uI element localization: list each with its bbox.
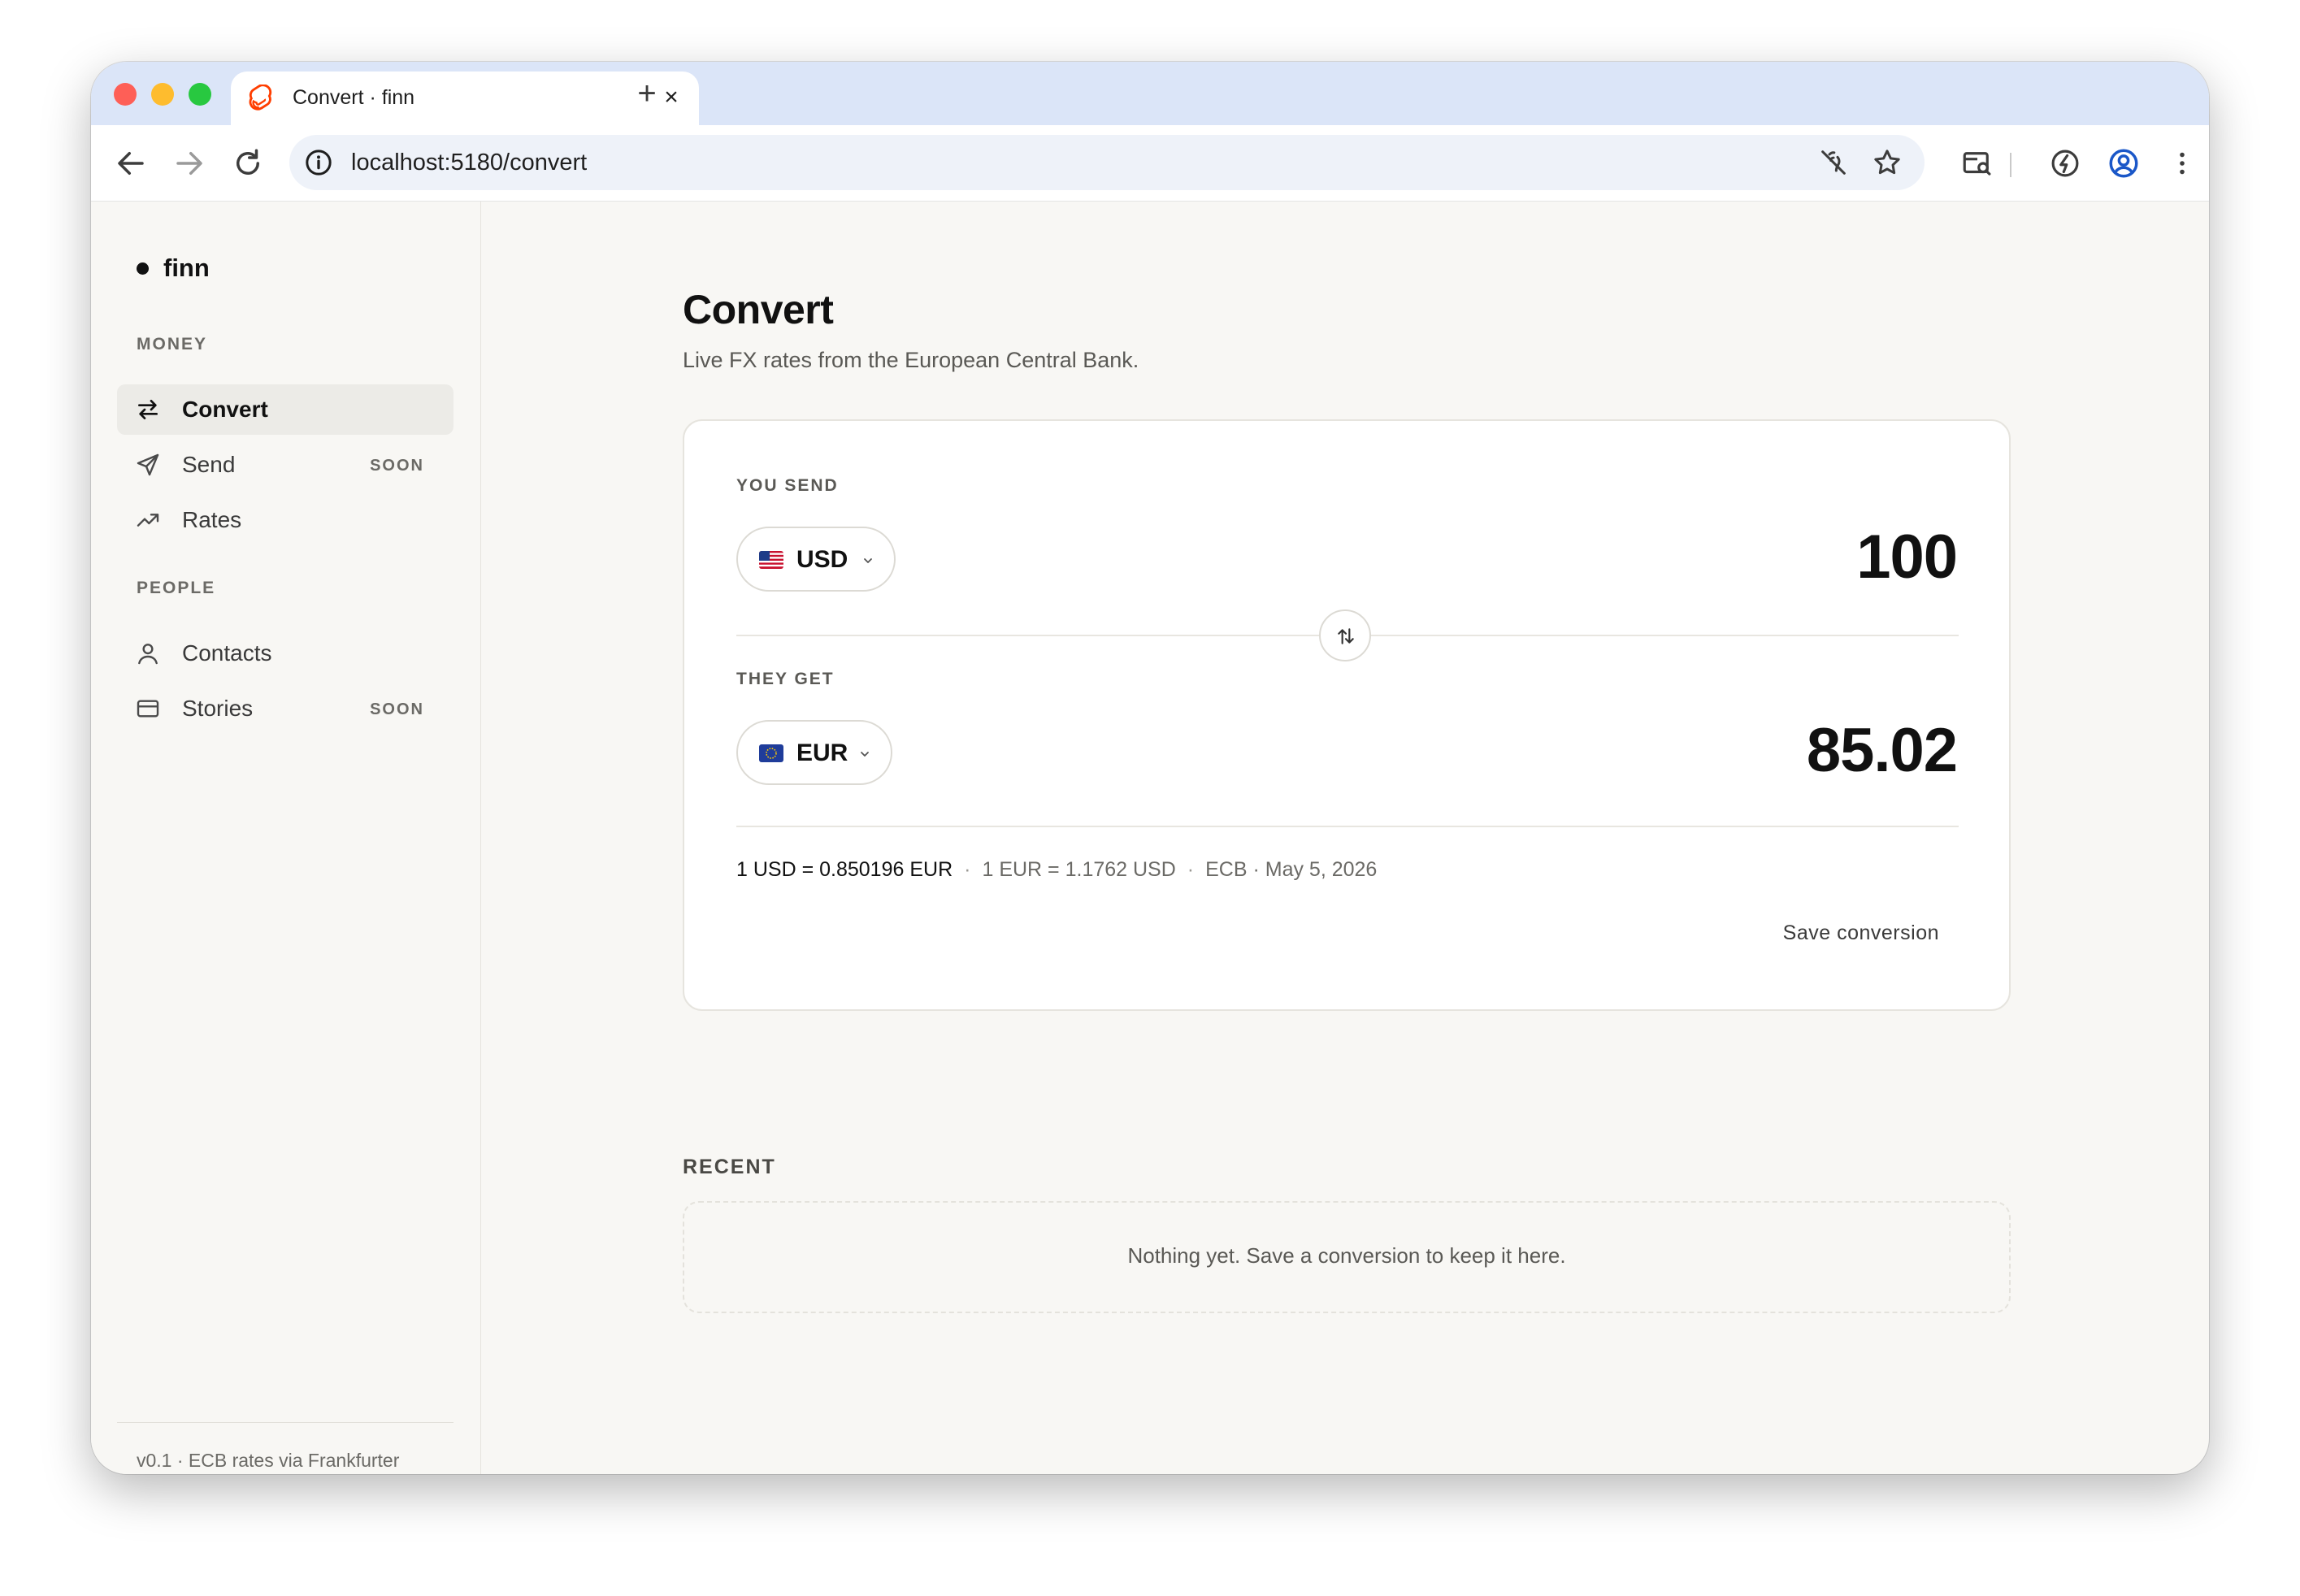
section-label-people: PEOPLE xyxy=(137,579,216,597)
main-content: Convert Live FX rates from the European … xyxy=(481,202,2209,1474)
get-amount-value: 85.02 xyxy=(1806,716,1958,785)
recent-empty-text: Nothing yet. Save a conversion to keep i… xyxy=(1127,1243,1566,1268)
rate-separator: · xyxy=(964,858,971,881)
sidebar-item-send[interactable]: Send SOON xyxy=(117,440,453,490)
sidebar-divider xyxy=(117,1422,453,1423)
rate-info: 1 USD = 0.850196 EUR · 1 EUR = 1.1762 USD ·… xyxy=(736,858,1377,882)
sidebar-item-convert[interactable]: Convert xyxy=(117,384,453,435)
sidebar-footer: v0.1 · ECB rates via Frankfurter xyxy=(137,1450,400,1471)
maximize-window-button[interactable] xyxy=(189,83,211,106)
soon-badge: SOON xyxy=(370,700,424,718)
swap-currencies-button[interactable] xyxy=(1319,609,1371,661)
eu-flag-icon xyxy=(759,744,783,762)
get-currency-select[interactable]: EUR xyxy=(736,720,892,785)
more-menu-icon[interactable] xyxy=(2165,146,2199,180)
section-label-money: MONEY xyxy=(137,335,208,353)
site-info-icon[interactable] xyxy=(302,146,335,179)
sidebar-item-rates[interactable]: Rates xyxy=(117,495,453,545)
trending-up-icon xyxy=(135,507,161,533)
us-flag-icon xyxy=(759,551,783,569)
reload-icon[interactable] xyxy=(231,146,265,180)
chevron-down-icon xyxy=(857,746,873,762)
rate-inverse: 1 EUR = 1.1762 USD xyxy=(982,858,1176,881)
they-get-label: THEY GET xyxy=(736,670,835,688)
bookmark-star-icon[interactable] xyxy=(1871,146,1903,179)
extension-icon[interactable] xyxy=(2048,146,2082,180)
url-text: localhost:5180/convert xyxy=(351,150,588,176)
browser-toolbar: localhost:5180/convert xyxy=(91,125,2209,202)
minimize-window-button[interactable] xyxy=(151,83,174,106)
tab-title: Convert · finn xyxy=(293,86,415,109)
toolbar-separator xyxy=(2010,153,2011,177)
chevron-down-icon xyxy=(860,553,876,569)
swap-vertical-icon xyxy=(1338,628,1354,644)
get-currency-code: EUR xyxy=(796,739,848,766)
brand-logo[interactable]: finn xyxy=(137,254,210,283)
sidebar-item-label: Contacts xyxy=(182,640,272,666)
recent-empty-state: Nothing yet. Save a conversion to keep i… xyxy=(683,1201,2011,1313)
tracking-off-icon[interactable] xyxy=(1817,146,1850,179)
tab-search-icon[interactable] xyxy=(1960,146,1994,180)
soon-badge: SOON xyxy=(370,457,424,475)
rate-primary: 1 USD = 0.850196 EUR xyxy=(736,858,953,881)
sidebar-item-stories[interactable]: Stories SOON xyxy=(117,683,453,734)
address-bar[interactable]: localhost:5180/convert xyxy=(289,135,1925,190)
person-icon xyxy=(135,640,161,666)
profile-avatar-icon[interactable] xyxy=(2107,146,2141,180)
forward-arrow-icon[interactable] xyxy=(172,146,206,180)
save-conversion-button[interactable]: Save conversion xyxy=(1783,922,1939,945)
rate-divider xyxy=(736,826,1959,827)
paper-plane-icon xyxy=(135,452,161,478)
new-tab-button[interactable]: + xyxy=(627,75,666,114)
send-amount-input[interactable]: 100 xyxy=(1856,522,1958,592)
svelte-favicon-icon xyxy=(249,84,275,112)
recent-section-label: RECENT xyxy=(683,1156,776,1178)
card-icon xyxy=(135,696,161,722)
sidebar-item-label: Rates xyxy=(182,507,242,532)
page-subtitle: Live FX rates from the European Central … xyxy=(683,348,1139,372)
back-arrow-icon[interactable] xyxy=(114,146,148,180)
you-send-label: YOU SEND xyxy=(736,476,839,495)
sidebar-item-label: Send xyxy=(182,452,236,477)
sidebar-item-contacts[interactable]: Contacts xyxy=(117,628,453,679)
rate-separator: · xyxy=(1187,858,1195,881)
close-window-button[interactable] xyxy=(114,83,137,106)
tab-strip: Convert · finn × + xyxy=(91,62,2209,125)
send-currency-code: USD xyxy=(796,546,848,573)
browser-window: Convert · finn × + localhost:5180/conver… xyxy=(91,62,2209,1474)
swap-arrows-icon xyxy=(135,397,161,423)
page-title: Convert xyxy=(683,287,834,332)
brand-dot-icon xyxy=(137,262,149,275)
sidebar-item-label: Stories xyxy=(182,696,254,721)
brand-name: finn xyxy=(163,254,210,282)
sidebar: finn MONEY Convert Send SOON Rates PEOPL… xyxy=(91,202,481,1474)
converter-card: YOU SEND USD 100 THEY GET EUR 85.02 1 US… xyxy=(683,419,2011,1011)
rate-source: ECB · May 5, 2026 xyxy=(1205,858,1378,881)
sidebar-item-label: Convert xyxy=(182,397,268,422)
send-currency-select[interactable]: USD xyxy=(736,527,896,592)
